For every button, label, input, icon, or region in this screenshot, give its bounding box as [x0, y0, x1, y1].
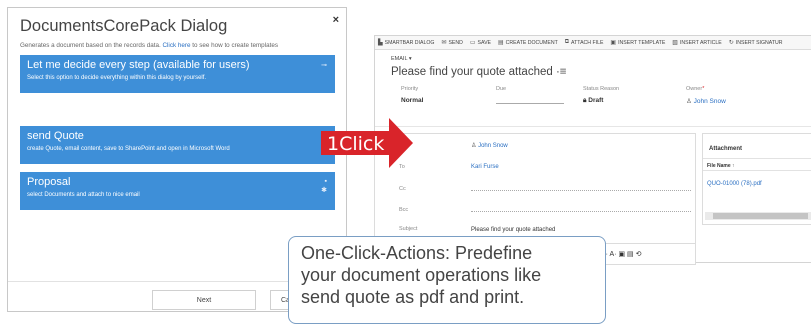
option-proposal[interactable]: Proposal select Documents and attach to … [20, 172, 335, 210]
option-title: Proposal [27, 176, 71, 188]
user-icon: ♙ [686, 98, 692, 105]
priority-label: Priority [401, 86, 419, 92]
pin-icon[interactable]: ▪ [325, 178, 327, 185]
save-icon: ▭ [469, 40, 476, 46]
smartbar-dialog-button[interactable]: ▙ SMARTBAR DIALOG [378, 39, 434, 47]
attachment-file-link[interactable]: QUO-01000 (78).pdf [707, 181, 762, 187]
subtitle-text-suffix: to see how to create templates [190, 42, 278, 49]
send-button[interactable]: ✉ SEND [441, 39, 462, 47]
bcc-label: Bcc [399, 207, 409, 213]
record-type-menu[interactable]: EMAIL ▾ [391, 56, 412, 62]
star-icon[interactable]: ✱ [321, 186, 327, 194]
crm-email-form: ▙ SMARTBAR DIALOG ✉ SEND ▭ SAVE ▤ CREATE DOC… [374, 35, 811, 265]
insert-signature-button[interactable]: ↻ INSERT SIGNATUR [728, 39, 783, 47]
record-title: Please find your quote attached ·≡ [391, 66, 567, 78]
document-icon: ▤ [498, 40, 504, 46]
insert-template-button[interactable]: ▣ INSERT TEMPLATE [610, 39, 665, 47]
callout-line: your document operations like [301, 265, 542, 285]
close-icon[interactable]: × [333, 14, 339, 26]
to-value[interactable]: Kari Furse [471, 164, 499, 170]
owner-value[interactable]: ♙ John Snow [686, 97, 726, 105]
option-description: create Quote, email content, save to Sha… [27, 146, 230, 152]
file-name-column-header[interactable]: File Name ↑ [703, 158, 811, 171]
callout-line: send quote as pdf and print. [301, 287, 525, 307]
subject-label: Subject [399, 226, 418, 232]
due-label: Due [496, 86, 507, 92]
option-decide-every-step[interactable]: Let me decide every step (available for … [20, 55, 335, 93]
insert-article-button[interactable]: ▧ INSERT ARTICLE [672, 39, 721, 47]
option-send-quote[interactable]: send Quote create Quote, email content, … [20, 126, 335, 164]
cc-label: Cc [399, 186, 406, 192]
option-title: Let me decide every step (available for … [27, 59, 250, 71]
subject-value[interactable]: Please find your quote attached [471, 227, 555, 233]
attachment-panel: Attachment File Name ↑ QUO-01000 (78).pd… [702, 133, 811, 225]
callout-line: One-Click-Actions: Predefine [301, 243, 533, 263]
option-description: select Documents and attach to nice emai… [27, 192, 140, 198]
create-document-button[interactable]: ▤ CREATE DOCUMENT [498, 39, 558, 47]
subtitle-text: Generates a document based on the record… [20, 42, 163, 49]
status-reason-value[interactable]: 🔒︎ Draft [583, 97, 603, 105]
cc-field[interactable] [471, 190, 691, 191]
user-icon: ♙ [471, 143, 477, 149]
bcc-field[interactable] [471, 211, 691, 212]
next-button[interactable]: Next [152, 290, 256, 310]
attachment-title: Attachment [709, 146, 743, 152]
save-button[interactable]: ▭ SAVE [469, 39, 491, 47]
article-icon: ▧ [672, 40, 678, 46]
lock-icon: 🔒︎ [583, 97, 587, 104]
form-menu-icon[interactable]: ·≡ [556, 66, 567, 78]
editor-toolbar[interactable]: A· A· ▣ ▤ ⟲ [601, 250, 642, 258]
envelope-icon: ✉ [441, 40, 447, 46]
templates-help-link[interactable]: Click here [162, 42, 190, 49]
dialog-subtitle: Generates a document based on the record… [20, 42, 278, 49]
from-value[interactable]: ♙ John Snow [471, 142, 508, 149]
one-click-actions-callout: One-Click-Actions: Predefine your docume… [288, 236, 606, 324]
horizontal-scrollbar[interactable] [705, 212, 811, 220]
owner-label: Owner* [686, 86, 705, 92]
pin-icon[interactable]: ⊸ [321, 61, 327, 69]
one-click-label: 1Click [327, 133, 385, 155]
required-marker: * [702, 86, 705, 92]
scrollbar-thumb[interactable] [713, 213, 808, 219]
dialog-title: DocumentsCorePack Dialog [20, 17, 228, 35]
status-reason-label: Status Reason [583, 86, 620, 92]
header-divider [375, 126, 811, 127]
attach-file-button[interactable]: ⧉ ATTACH FILE [565, 39, 604, 46]
command-bar: ▙ SMARTBAR DIALOG ✉ SEND ▭ SAVE ▤ CREATE DOC… [375, 36, 811, 50]
priority-value[interactable]: Normal [401, 97, 423, 104]
signature-icon: ↻ [728, 40, 734, 46]
due-field[interactable] [496, 103, 564, 104]
option-title: send Quote [27, 130, 84, 142]
paperclip-icon: ⧉ [564, 39, 570, 45]
option-description: Select this option to decide everything … [27, 75, 207, 81]
template-icon: ▣ [610, 40, 617, 46]
smartbar-icon: ▙ [378, 40, 383, 46]
email-fields-panel: m ♙ John Snow To Kari Furse Cc Bcc Subje… [374, 133, 696, 253]
